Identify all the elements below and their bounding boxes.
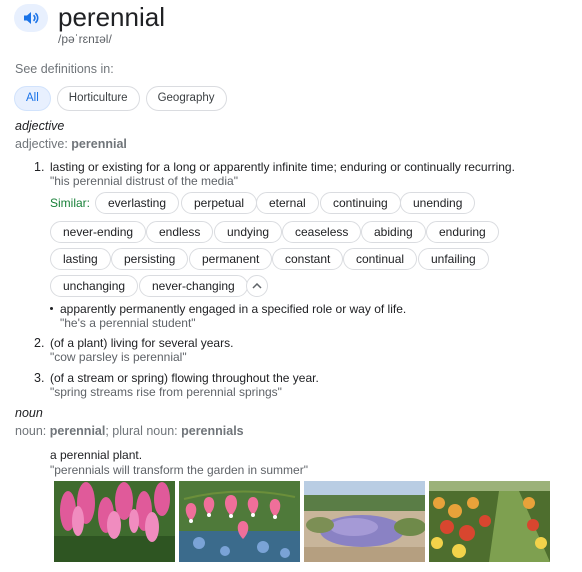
filter-geography[interactable]: Geography [145, 86, 227, 111]
lavender-garden-image[interactable] [304, 481, 425, 562]
bleeding-heart-flowers-image[interactable] [179, 481, 300, 562]
entry-header [14, 4, 48, 32]
noun-definition: a perennial plant. [50, 448, 143, 462]
similar-chip[interactable]: unfailing [418, 248, 489, 270]
sub-sense-example: "he's a perennial student" [60, 316, 196, 330]
source-filters: All Horticulture Geography [14, 86, 227, 111]
similar-chip[interactable]: endless [146, 221, 214, 243]
sense-definition: lasting or existing for a long or appare… [50, 160, 515, 174]
sense-number: 2. [34, 336, 45, 350]
similar-chip[interactable]: abiding [361, 221, 426, 243]
form-word: perennial [49, 424, 106, 438]
similar-chip[interactable]: perpetual [181, 192, 258, 214]
similar-chip[interactable]: constant [272, 248, 344, 270]
image-strip [54, 481, 550, 562]
similar-chip[interactable]: permanent [189, 248, 273, 270]
pos-noun: noun [15, 406, 43, 420]
phonetic: /pəˈrɛnɪəl/ [58, 32, 112, 46]
similar-chip[interactable]: continuing [320, 192, 401, 214]
flower-border-path-image[interactable] [429, 481, 550, 562]
noun-sense: a perennial plant. "perennials will tran… [50, 448, 308, 477]
sense-definition: (of a stream or spring) flowing througho… [50, 371, 319, 385]
similar-chip[interactable]: undying [214, 221, 283, 243]
similar-chip[interactable]: everlasting [95, 192, 180, 214]
sense-example: "spring streams rise from perennial spri… [50, 385, 282, 399]
sense-example: "his perennial distrust of the media" [50, 174, 238, 188]
speaker-icon[interactable] [14, 4, 48, 32]
sub-sense-definition: apparently permanently engaged in a spec… [60, 302, 407, 316]
sense-example: "cow parsley is perennial" [50, 350, 187, 364]
similar-chip[interactable]: ceaseless [282, 221, 362, 243]
sense-number: 1. [34, 160, 45, 174]
similar-chip[interactable]: never-changing [139, 275, 248, 297]
filter-all[interactable]: All [14, 86, 51, 111]
see-definitions-label: See definitions in: [15, 62, 114, 76]
similar-chip[interactable]: persisting [111, 248, 189, 270]
sense-definition: (of a plant) living for several years. [50, 336, 234, 350]
form-word: perennial [71, 137, 127, 151]
collapse-similar-button[interactable] [246, 275, 268, 297]
form-label: noun: [15, 424, 47, 438]
similar-chip[interactable]: continual [343, 248, 418, 270]
pos-adjective: adjective [15, 119, 65, 133]
similar-label: Similar: [50, 196, 91, 210]
plural-label: ; plural noun: [105, 424, 178, 438]
plural-word: perennials [181, 424, 244, 438]
bullet [50, 307, 53, 310]
filter-horticulture[interactable]: Horticulture [56, 86, 140, 111]
similar-chip[interactable]: eternal [256, 192, 319, 214]
similar-chip[interactable]: unchanging [50, 275, 139, 297]
pink-astilbe-image[interactable] [54, 481, 175, 562]
noun-example: "perennials will transform the garden in… [50, 463, 308, 477]
headword: perennial [58, 2, 165, 32]
noun-form-line: noun: perennial; plural noun: perennials [15, 424, 244, 438]
chevron-up-icon [252, 283, 262, 289]
form-label: adjective: [15, 137, 68, 151]
similar-chip[interactable]: never-ending [50, 221, 147, 243]
adjective-form-line: adjective: perennial [15, 137, 127, 151]
similar-chip[interactable]: unending [400, 192, 476, 214]
similar-chip[interactable]: enduring [426, 221, 499, 243]
sense-number: 3. [34, 371, 45, 385]
similar-chip[interactable]: lasting [50, 248, 111, 270]
